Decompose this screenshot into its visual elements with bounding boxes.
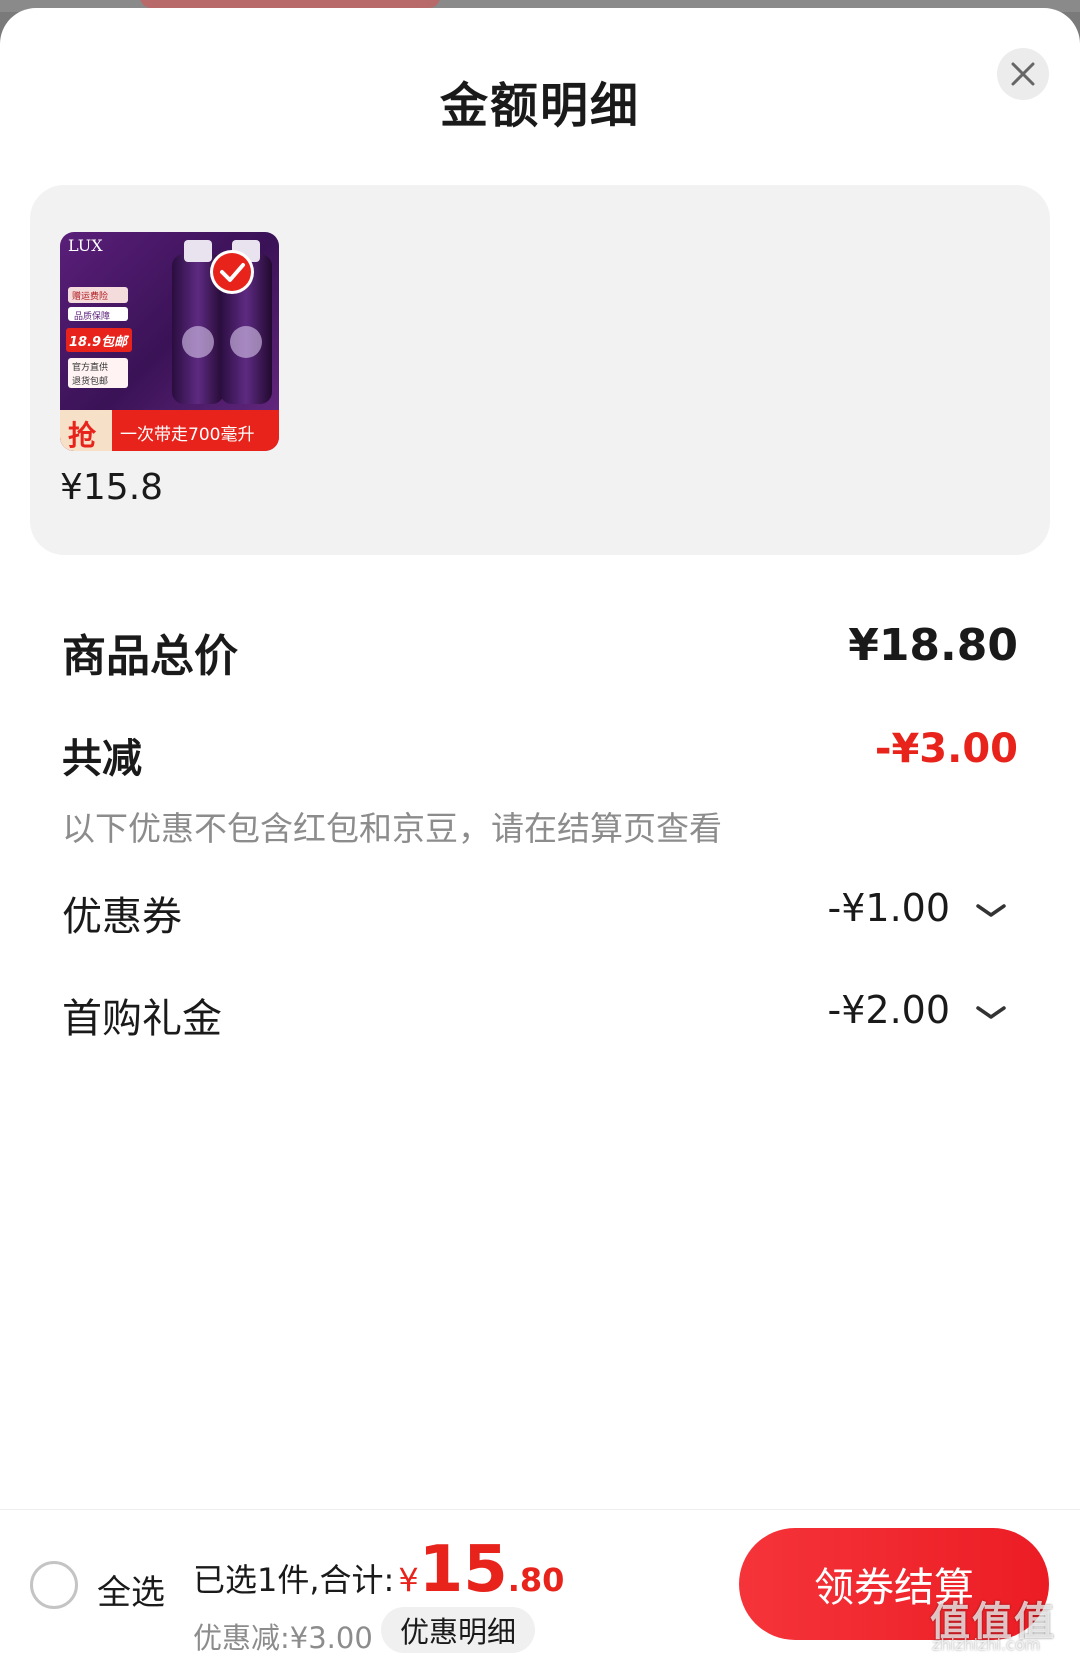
badge-return: 退货包邮 — [72, 377, 109, 387]
discount-value: -¥2.00 — [827, 988, 951, 1032]
selected-count-text: 已选1件,合计: — [193, 1561, 395, 1599]
chevron-down-icon[interactable] — [974, 901, 1008, 921]
backdrop-spec-chip — [140, 0, 440, 8]
select-all-radio[interactable] — [30, 1561, 78, 1609]
product-card: LUX 赠运费险 品质保障 18.9包邮 官方直供 退货包邮 抢 一次带走700… — [30, 185, 1050, 555]
goods-total-value: ¥18.80 — [848, 620, 1018, 671]
total-reduction-label: 共减 — [62, 736, 142, 782]
badge-price: 18.9包邮 — [69, 335, 128, 350]
discount-value: -¥1.00 — [827, 886, 951, 930]
amount-detail-sheet: 金额明细 LUX 赠运费险 品质保障 18.9包邮 官方直供 退货包邮 抢 一次… — [0, 8, 1080, 1659]
banner-text: 一次带走700毫升 — [120, 425, 255, 445]
total-currency: ¥ — [398, 1561, 419, 1599]
close-icon — [1011, 62, 1035, 86]
discount-detail-button[interactable]: 优惠明细 — [381, 1607, 535, 1653]
badge-free-shipping-insurance: 赠运费险 — [72, 292, 109, 302]
total-reduction-value: -¥3.00 — [874, 726, 1018, 772]
sheet-title: 金额明细 — [439, 78, 640, 134]
badge-quality: 品质保障 — [74, 312, 111, 322]
product-price: ¥15.8 — [60, 467, 164, 508]
select-all-label[interactable]: 全选 — [97, 1565, 165, 1614]
selection-summary: 已选1件,合计: ¥ 15 .80 — [193, 1538, 565, 1602]
total-decimal: .80 — [507, 1561, 565, 1599]
discount-note: 以下优惠不包含红包和京豆，请在结算页查看 — [62, 809, 722, 848]
discount-label: 首购礼金 — [62, 996, 222, 1042]
goods-total-label: 商品总价 — [62, 631, 238, 682]
banner-grab-tag: 抢 — [68, 419, 97, 451]
discount-label: 优惠券 — [62, 894, 182, 940]
product-thumbnail[interactable]: LUX 赠运费险 品质保障 18.9包邮 官方直供 退货包邮 抢 一次带走700… — [60, 232, 279, 451]
product-brand: LUX — [68, 236, 103, 255]
discount-amount-text: 优惠减:¥3.00 — [193, 1621, 373, 1655]
checkout-button[interactable]: 领券结算 — [739, 1528, 1049, 1640]
close-button[interactable] — [997, 48, 1049, 100]
badge-official: 官方直供 — [72, 363, 109, 373]
checkout-bar: 全选 已选1件,合计: ¥ 15 .80 优惠减:¥3.00 优惠明细 领券结算 — [0, 1509, 1080, 1659]
total-integer: 15 — [418, 1533, 508, 1607]
chevron-down-icon[interactable] — [974, 1003, 1008, 1023]
